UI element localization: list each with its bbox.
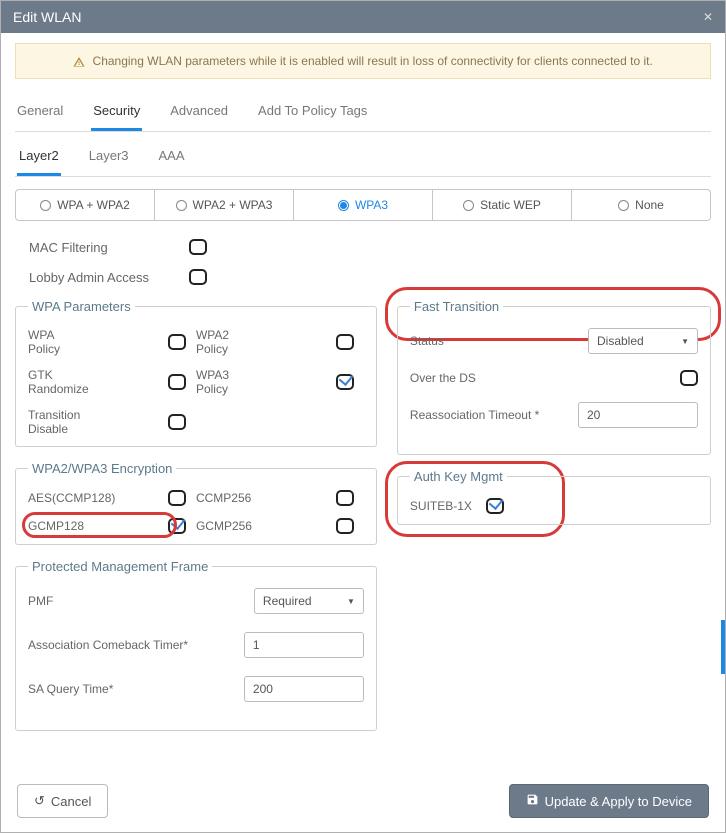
gtk-randomize-checkbox[interactable] [168, 374, 186, 390]
encryption-legend: WPA2/WPA3 Encryption [28, 461, 176, 476]
dialog-title: Edit WLAN [13, 9, 81, 25]
radio-wpa3[interactable]: WPA3 [294, 190, 433, 220]
wpa-parameters-fieldset: WPA Parameters WPA Policy WPA2 Policy GT… [15, 299, 377, 447]
warning-banner: Changing WLAN parameters while it is ena… [15, 43, 711, 79]
pmf-fieldset: Protected Management Frame PMF Required▼… [15, 559, 377, 731]
pmf-label: PMF [28, 594, 53, 608]
scrollbar-accent[interactable] [721, 620, 725, 674]
fast-transition-legend: Fast Transition [410, 299, 503, 314]
pmf-legend: Protected Management Frame [28, 559, 212, 574]
wpa2-policy-label: WPA2 Policy [196, 328, 336, 356]
security-mode-radiobar: WPA + WPA2 WPA2 + WPA3 WPA3 Static WEP N… [15, 189, 711, 221]
cancel-label: Cancel [51, 794, 91, 809]
cancel-button[interactable]: ↺ Cancel [17, 784, 108, 818]
caret-down-icon: ▼ [347, 597, 355, 606]
over-the-ds-checkbox[interactable] [680, 370, 698, 386]
lobby-admin-checkbox[interactable] [189, 269, 207, 285]
ft-status-label: Status [410, 334, 444, 348]
gcmp128-label: GCMP128 [28, 519, 168, 533]
wpa2-policy-checkbox[interactable] [336, 334, 354, 350]
wpa-policy-checkbox[interactable] [168, 334, 186, 350]
reassoc-timeout-label: Reassociation Timeout * [410, 408, 539, 422]
wpa3-policy-checkbox[interactable] [336, 374, 354, 390]
radio-wpa-wpa2[interactable]: WPA + WPA2 [16, 190, 155, 220]
caret-down-icon: ▼ [681, 337, 689, 346]
gcmp256-label: GCMP256 [196, 519, 336, 533]
apply-label: Update & Apply to Device [545, 794, 692, 809]
tab-aaa[interactable]: AAA [157, 142, 187, 176]
lobby-admin-label: Lobby Admin Access [29, 270, 159, 285]
sa-query-input[interactable] [244, 676, 364, 702]
undo-icon: ↺ [34, 793, 45, 809]
gcmp128-checkbox[interactable] [168, 518, 186, 534]
fast-transition-fieldset: Fast Transition Status Disabled▼ Over th… [397, 299, 711, 455]
radio-none[interactable]: None [572, 190, 710, 220]
aes-ccmp128-label: AES(CCMP128) [28, 491, 168, 505]
transition-disable-checkbox[interactable] [168, 414, 186, 430]
sa-query-label: SA Query Time* [28, 682, 113, 696]
warning-text: Changing WLAN parameters while it is ena… [93, 54, 653, 68]
gcmp256-checkbox[interactable] [336, 518, 354, 534]
tab-layer2[interactable]: Layer2 [17, 142, 61, 176]
reassoc-timeout-input[interactable] [578, 402, 698, 428]
over-the-ds-label: Over the DS [410, 371, 476, 385]
wpa3-policy-label: WPA3 Policy [196, 368, 336, 396]
pmf-select[interactable]: Required▼ [254, 588, 364, 614]
aes-ccmp128-checkbox[interactable] [168, 490, 186, 506]
mac-filtering-label: MAC Filtering [29, 240, 159, 255]
wpa-policy-label: WPA Policy [28, 328, 168, 356]
tab-policy-tags[interactable]: Add To Policy Tags [256, 97, 369, 131]
wpa-parameters-legend: WPA Parameters [28, 299, 135, 314]
radio-wpa2-wpa3[interactable]: WPA2 + WPA3 [155, 190, 294, 220]
close-icon[interactable]: ✕ [703, 10, 713, 24]
ft-status-select[interactable]: Disabled▼ [588, 328, 698, 354]
mac-filtering-checkbox[interactable] [189, 239, 207, 255]
suiteb-1x-label: SUITEB-1X [410, 499, 472, 513]
transition-disable-label: Transition Disable [28, 408, 168, 436]
gtk-randomize-label: GTK Randomize [28, 368, 168, 396]
encryption-fieldset: WPA2/WPA3 Encryption AES(CCMP128) CCMP25… [15, 461, 377, 545]
suiteb-1x-checkbox[interactable] [486, 498, 504, 514]
tab-security[interactable]: Security [91, 97, 142, 131]
auth-key-mgmt-legend: Auth Key Mgmt [410, 469, 507, 484]
assoc-comeback-label: Association Comeback Timer* [28, 638, 188, 652]
assoc-comeback-input[interactable] [244, 632, 364, 658]
tab-general[interactable]: General [15, 97, 65, 131]
warning-icon [73, 56, 85, 68]
tab-advanced[interactable]: Advanced [168, 97, 230, 131]
apply-button[interactable]: Update & Apply to Device [509, 784, 709, 818]
auth-key-mgmt-fieldset: Auth Key Mgmt SUITEB-1X [397, 469, 711, 525]
ccmp256-checkbox[interactable] [336, 490, 354, 506]
radio-static-wep[interactable]: Static WEP [433, 190, 572, 220]
tab-layer3[interactable]: Layer3 [87, 142, 131, 176]
save-icon [526, 793, 539, 809]
ccmp256-label: CCMP256 [196, 491, 336, 505]
